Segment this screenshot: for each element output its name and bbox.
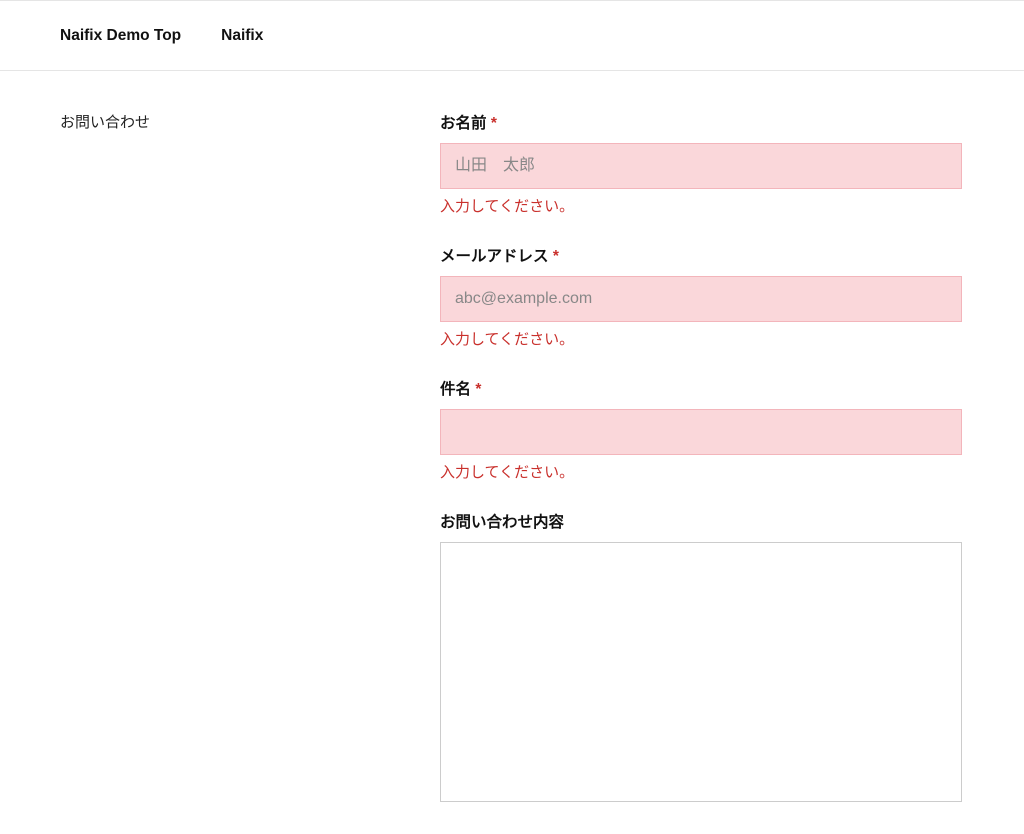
- email-label-text: メールアドレス: [440, 248, 549, 265]
- name-label-text: お名前: [440, 115, 487, 132]
- field-subject: 件名 * 入力してください。: [440, 377, 962, 482]
- subject-error-message: 入力してください。: [440, 461, 962, 482]
- name-error-message: 入力してください。: [440, 195, 962, 216]
- content-area: お問い合わせ お名前 * 入力してください。 メールアドレス * 入力してくださ…: [0, 71, 1024, 834]
- email-input[interactable]: [440, 276, 962, 322]
- required-mark-icon: *: [475, 381, 481, 398]
- subject-label-text: 件名: [440, 381, 471, 398]
- message-label-text: お問い合わせ内容: [440, 514, 564, 531]
- email-error-message: 入力してください。: [440, 328, 962, 349]
- nav-link-naifix[interactable]: Naifix: [221, 27, 263, 45]
- sidebar: お問い合わせ: [60, 111, 440, 834]
- subject-label: 件名 *: [440, 377, 962, 399]
- top-navbar: Naifix Demo Top Naifix: [0, 0, 1024, 71]
- subject-input[interactable]: [440, 409, 962, 455]
- field-name: お名前 * 入力してください。: [440, 111, 962, 216]
- required-mark-icon: *: [491, 115, 497, 132]
- required-mark-icon: *: [553, 248, 559, 265]
- nav-link-demo-top[interactable]: Naifix Demo Top: [60, 27, 181, 45]
- field-message: お問い合わせ内容: [440, 510, 962, 806]
- message-textarea[interactable]: [440, 542, 962, 802]
- email-label: メールアドレス *: [440, 244, 962, 266]
- name-input[interactable]: [440, 143, 962, 189]
- field-email: メールアドレス * 入力してください。: [440, 244, 962, 349]
- page-title: お問い合わせ: [60, 111, 440, 132]
- message-label: お問い合わせ内容: [440, 510, 962, 532]
- contact-form: お名前 * 入力してください。 メールアドレス * 入力してください。 件名 *…: [440, 111, 964, 834]
- name-label: お名前 *: [440, 111, 962, 133]
